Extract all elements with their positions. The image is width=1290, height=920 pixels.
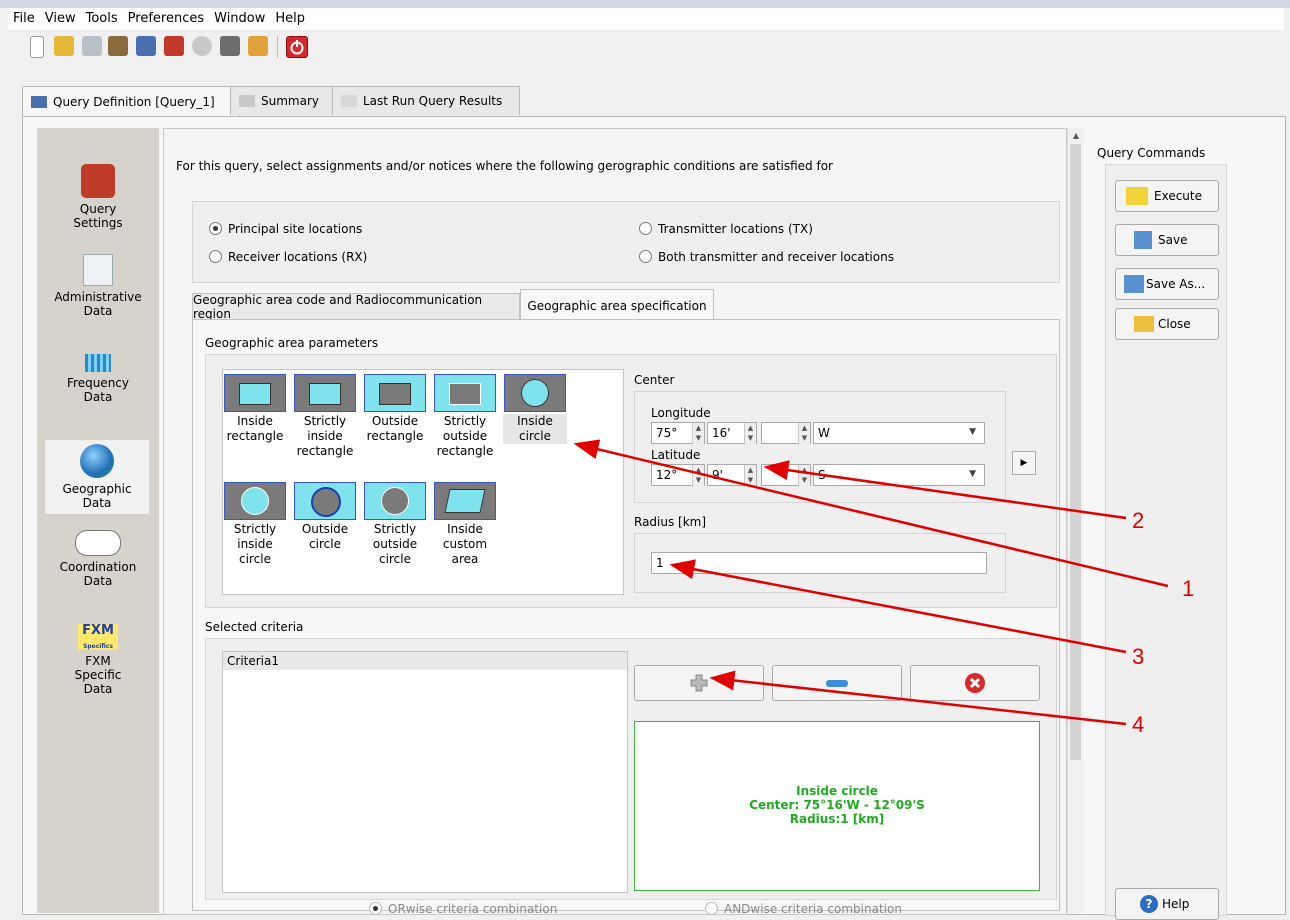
annotation-overlay: [573, 439, 1169, 726]
callout-arrow-2: [763, 460, 1127, 520]
callout-arrow-1: [573, 439, 1169, 588]
callout-number-4: 4: [1132, 712, 1145, 737]
callout-number-1: 1: [1182, 576, 1195, 601]
callout-number-2: 2: [1132, 508, 1145, 533]
callout-number-3: 3: [1132, 644, 1145, 669]
callout-arrow-3: [669, 559, 1127, 654]
callout-arrow-4: [709, 670, 1127, 726]
